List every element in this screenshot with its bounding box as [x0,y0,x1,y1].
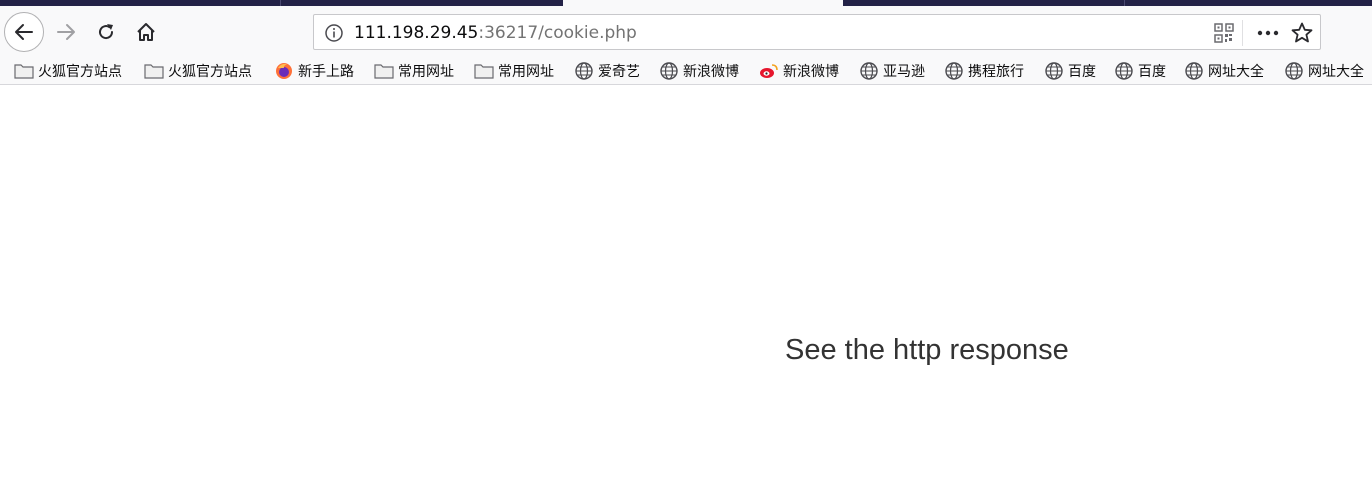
firefox-icon [274,61,294,81]
globe-icon [1284,61,1304,81]
bookmark-label: 携程旅行 [968,64,1024,80]
folder-icon [474,61,494,81]
home-button[interactable] [130,18,162,46]
bookmark-item[interactable]: 新浪微博 [659,58,739,84]
bookmark-label: 百度 [1138,64,1166,80]
url-path: :36217/cookie.php [478,23,637,43]
bookmark-label: 火狐官方站点 [168,64,252,80]
qr-code-icon[interactable] [1214,23,1234,43]
bookmark-label: 亚马逊 [883,64,925,80]
back-button[interactable] [4,12,44,52]
bookmark-label: 新浪微博 [683,64,739,80]
bookmark-item[interactable]: 新手上路 [274,58,354,84]
bookmark-item[interactable]: 百度 [1114,58,1166,84]
bookmark-label: 爱奇艺 [598,64,640,80]
bookmark-label: 新浪微博 [783,64,839,80]
url-bar[interactable]: 111.198.29.45:36217/cookie.php [313,14,1321,50]
page-content: See the http response [0,86,1372,485]
folder-icon [374,61,394,81]
bookmark-label: 网址大全 [1308,64,1364,80]
weibo-icon [759,61,779,81]
bookmark-label: 网址大全 [1208,64,1264,80]
globe-icon [1114,61,1134,81]
bookmark-label: 常用网址 [398,64,454,80]
bookmark-item[interactable]: 亚马逊 [859,58,925,84]
globe-icon [1044,61,1064,81]
bookmark-item[interactable]: 火狐官方站点 [14,58,122,84]
bookmark-item[interactable]: 携程旅行 [944,58,1024,84]
info-icon[interactable] [324,23,344,43]
bookmark-item[interactable]: 爱奇艺 [574,58,640,84]
home-icon [137,23,155,41]
bookmark-item[interactable]: 网址大全 [1184,58,1264,84]
reload-icon [99,24,114,40]
url-bar-divider [1242,20,1243,46]
bookmarks-toolbar: 火狐官方站点 火狐官方站点 新手上路 常用网址 常用网址 爱奇艺 新浪微博 新浪… [0,58,1372,85]
bookmark-star-icon[interactable] [1290,21,1314,45]
globe-icon [944,61,964,81]
bookmark-label: 百度 [1068,64,1096,80]
globe-icon [1184,61,1204,81]
globe-icon [659,61,679,81]
url-text[interactable]: 111.198.29.45:36217/cookie.php [354,23,637,43]
bookmark-label: 新手上路 [298,64,354,80]
bookmark-item[interactable]: 新浪微博 [759,58,839,84]
more-dots-icon[interactable] [1254,23,1282,43]
bookmark-item[interactable]: 常用网址 [374,58,454,84]
url-host: 111.198.29.45 [354,23,479,43]
bookmark-label: 常用网址 [498,64,554,80]
folder-icon [14,61,34,81]
forward-button[interactable] [50,18,82,46]
page-message: See the http response [785,334,1069,366]
globe-icon [574,61,594,81]
folder-icon [144,61,164,81]
reload-button[interactable] [90,18,122,46]
navigation-toolbar: 111.198.29.45:36217/cookie.php [0,6,1372,58]
bookmark-item[interactable]: 百度 [1044,58,1096,84]
bookmark-item[interactable]: 常用网址 [474,58,554,84]
forward-arrow-icon [57,24,75,40]
back-arrow-icon [15,24,33,40]
bookmark-item[interactable]: 火狐官方站点 [144,58,252,84]
bookmark-label: 火狐官方站点 [38,64,122,80]
globe-icon [859,61,879,81]
bookmark-item[interactable]: 网址大全 [1284,58,1364,84]
